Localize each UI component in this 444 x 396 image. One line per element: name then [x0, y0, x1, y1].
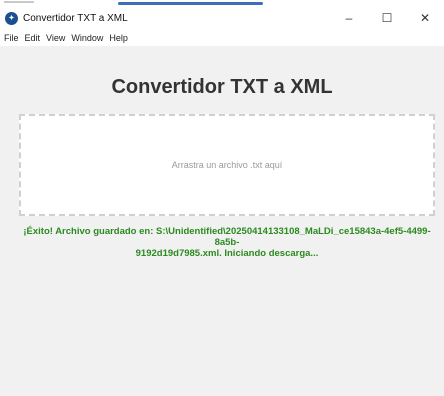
- menu-window[interactable]: Window: [68, 33, 106, 43]
- taskbar-item: [4, 1, 34, 3]
- minimize-button[interactable]: –: [330, 6, 368, 30]
- menu-edit[interactable]: Edit: [22, 33, 44, 43]
- window-title: Convertidor TXT a XML: [23, 12, 128, 24]
- menu-bar: File Edit View Window Help: [0, 30, 444, 46]
- close-button[interactable]: ✕: [406, 6, 444, 30]
- taskbar-active-indicator: [118, 2, 263, 5]
- menu-help[interactable]: Help: [106, 33, 131, 43]
- success-message-line-2: 9192d19d7985.xml. Iniciando descarga...: [135, 248, 319, 259]
- window-controls: – ☐ ✕: [330, 6, 444, 30]
- maximize-button[interactable]: ☐: [368, 6, 406, 30]
- menu-view[interactable]: View: [43, 33, 68, 43]
- app-icon: ✦: [5, 11, 18, 25]
- page-title: Convertidor TXT a XML: [111, 76, 333, 98]
- success-message-line-1: ¡Éxito! Archivo guardado en: S:\Unidenti…: [23, 226, 431, 248]
- file-dropzone[interactable]: Arrastra un archivo .txt aquí: [19, 114, 435, 216]
- success-message: ¡Éxito! Archivo guardado en: S:\Unidenti…: [14, 226, 440, 259]
- title-bar: ✦ Convertidor TXT a XML – ☐ ✕: [0, 6, 444, 30]
- menu-file[interactable]: File: [1, 33, 22, 43]
- main-content: Convertidor TXT a XML Arrastra un archiv…: [0, 46, 444, 396]
- dropzone-label: Arrastra un archivo .txt aquí: [171, 160, 283, 170]
